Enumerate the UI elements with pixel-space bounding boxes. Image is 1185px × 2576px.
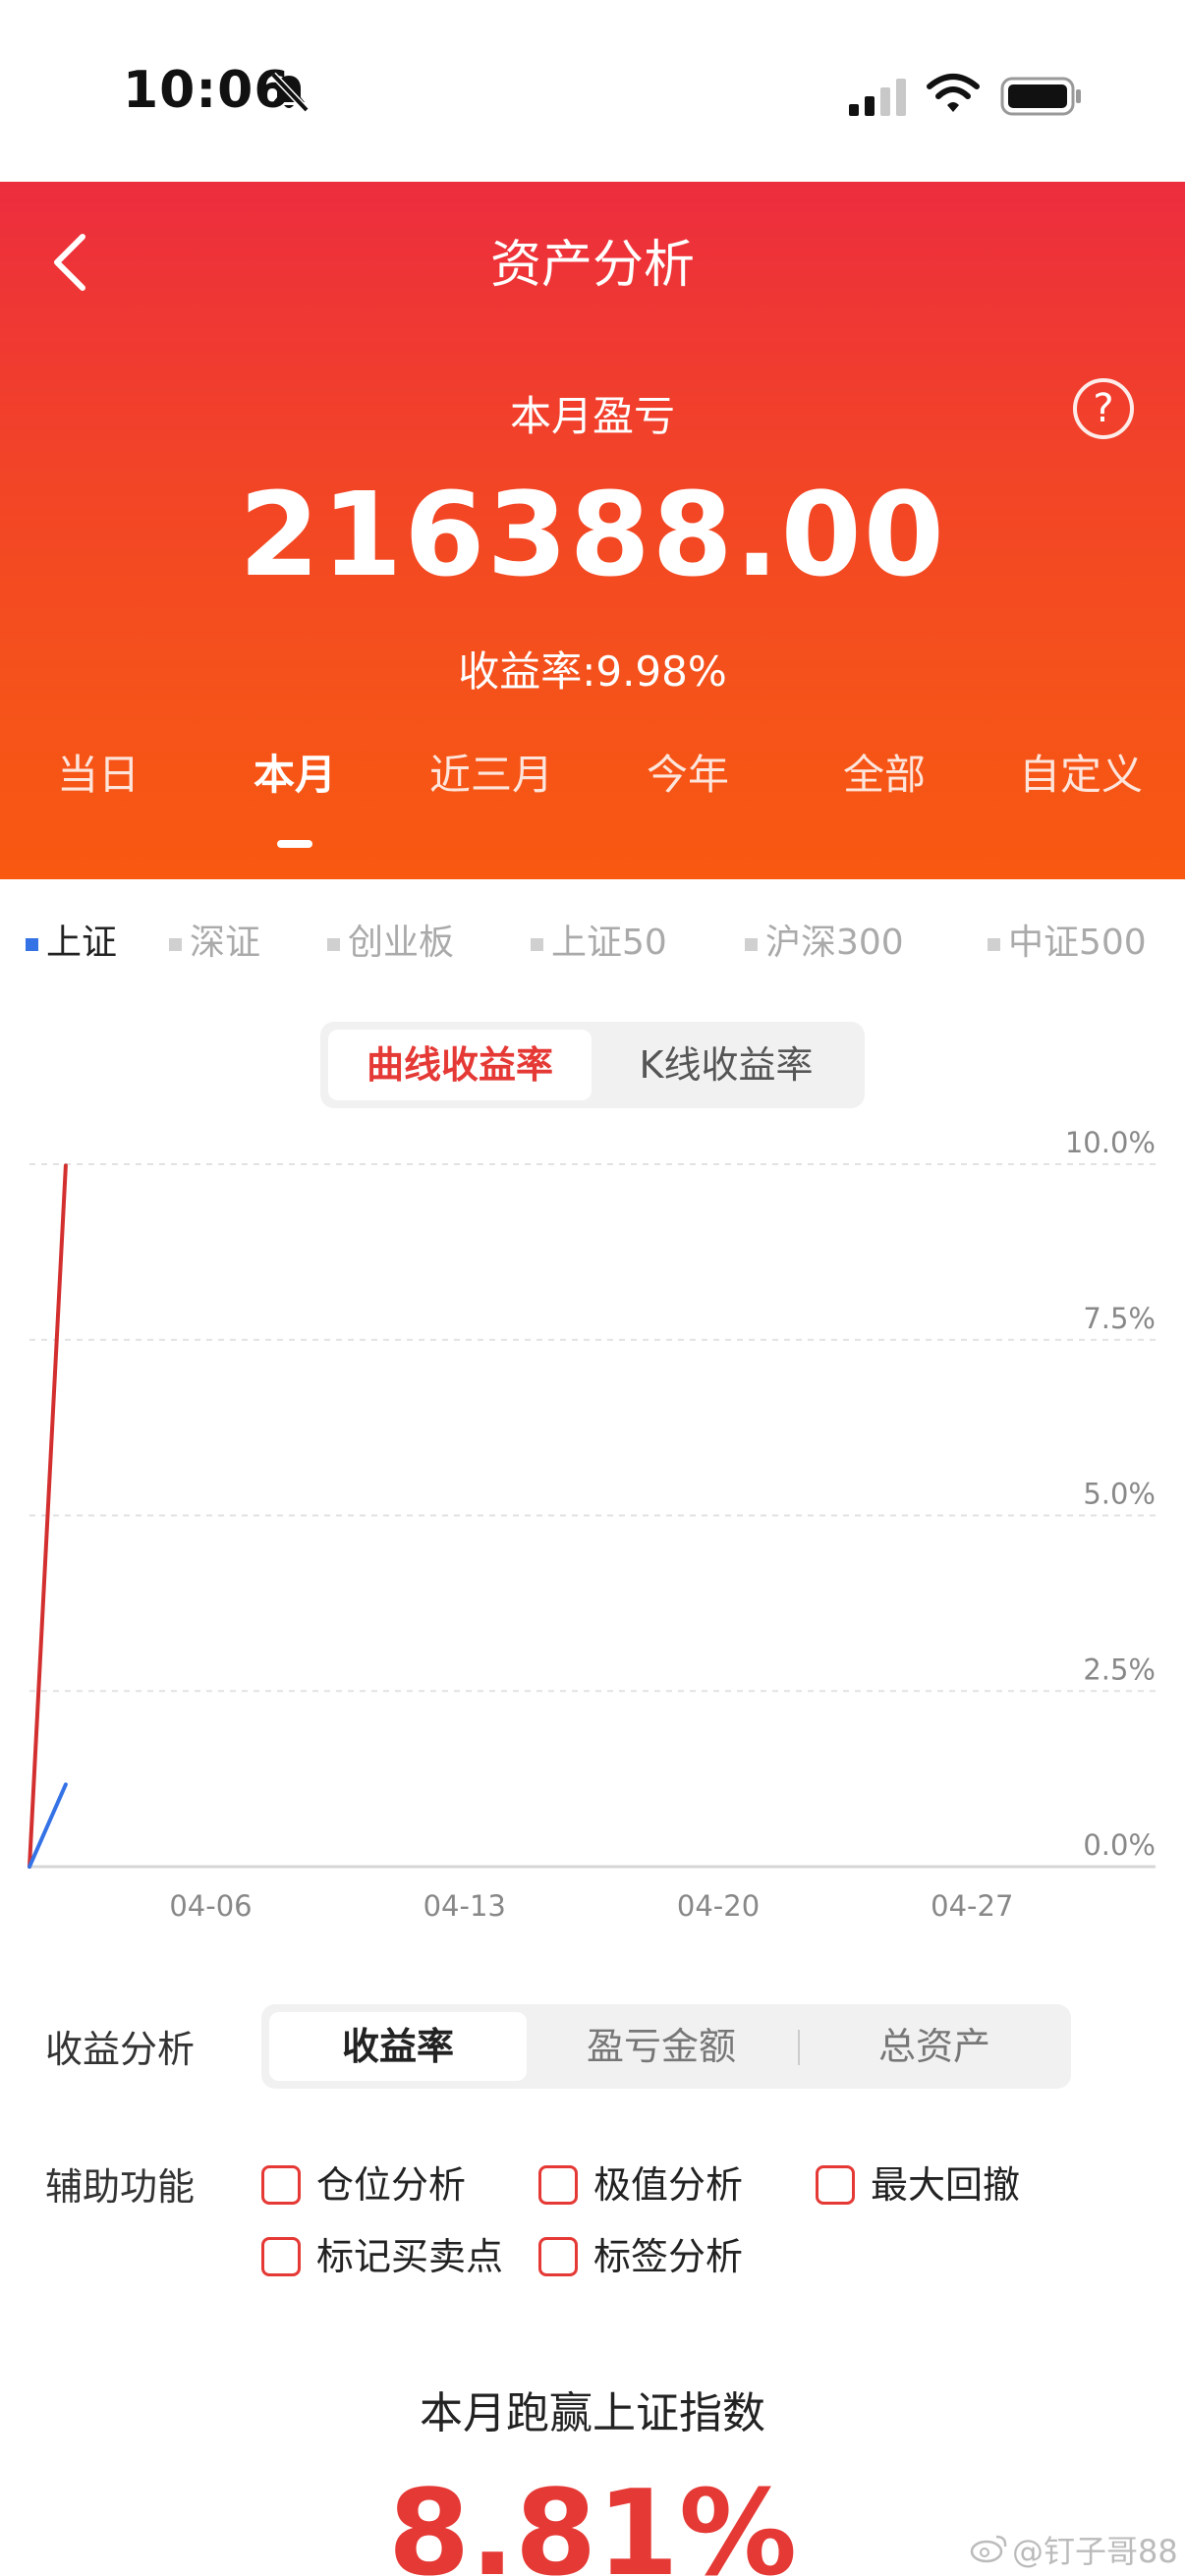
curve-yield-button[interactable]: 曲线收益率 [328, 1030, 592, 1100]
bell-muted-icon [270, 72, 310, 113]
index-tab-label: 沪深300 [765, 923, 904, 963]
weibo-icon [970, 2535, 1007, 2563]
monthly-pl-label: 本月盈亏 [509, 392, 675, 440]
tab-last-three-months[interactable]: 近三月 [393, 742, 590, 802]
legend-dot [26, 937, 38, 951]
option-label: 标记买卖点 [316, 2235, 504, 2278]
total-assets-button[interactable]: 总资产 [806, 2012, 1063, 2081]
max-drawdown-option[interactable]: 最大回撤 [816, 2155, 1020, 2209]
index-tab-csi300[interactable]: 沪深300 [745, 914, 904, 965]
x-tick-label: 04-06 [169, 1889, 252, 1923]
page-title: 资产分析 [489, 236, 695, 295]
monthly-pl-value: 216388.00 [239, 467, 946, 602]
option-label: 极值分析 [593, 2163, 744, 2207]
yield-line-chart: 10.0% 7.5% 5.0% 2.5% 0.0% 04-06 04-13 04-20 04-2… [28, 1126, 1156, 1923]
checkbox[interactable] [816, 2164, 855, 2205]
watermark: @钉子哥88 [1012, 2533, 1178, 2570]
battery-icon [1000, 77, 1081, 116]
x-tick-label: 04-20 [677, 1889, 760, 1923]
legend-dot [169, 937, 182, 951]
legend-dot [988, 937, 1000, 951]
position-analysis-option[interactable]: 仓位分析 [261, 2155, 466, 2209]
checkbox[interactable] [261, 2164, 301, 2205]
tab-all[interactable]: 全部 [786, 742, 983, 802]
mark-trades-option[interactable]: 标记买卖点 [261, 2226, 503, 2280]
legend-dot [531, 937, 543, 951]
outperform-label: 本月跑赢上证指数 [420, 2388, 765, 2438]
legend-dot [327, 937, 340, 951]
extreme-analysis-option[interactable]: 极值分析 [538, 2155, 743, 2209]
checkbox[interactable] [538, 2164, 578, 2205]
x-tick-label: 04-13 [423, 1889, 506, 1923]
benchmark-index-tabs: 上证 深证 创业板 上证50 沪深300 中证500 [0, 914, 1185, 973]
checkbox[interactable] [261, 2236, 301, 2276]
y-tick-label: 7.5% [1083, 1302, 1156, 1335]
index-tab-label: 创业板 [348, 923, 455, 963]
y-tick-label: 2.5% [1083, 1652, 1156, 1686]
index-tab-label: 上证50 [551, 923, 667, 963]
tab-this-month[interactable]: 本月 [197, 742, 393, 802]
index-tab-sse50[interactable]: 上证50 [531, 914, 667, 965]
index-tab-label: 中证500 [1008, 923, 1147, 963]
index-tab-shenzhen[interactable]: 深证 [169, 914, 260, 965]
option-label: 仓位分析 [316, 2163, 467, 2207]
active-tab-indicator [277, 840, 312, 848]
yield-rate: 收益率:9.98% [458, 647, 727, 696]
wifi-icon [927, 74, 980, 112]
index-tab-chinext[interactable]: 创业板 [327, 914, 454, 965]
chart-mode-toggle: 曲线收益率 K线收益率 [320, 1022, 865, 1108]
kline-yield-button[interactable]: K线收益率 [595, 1030, 857, 1100]
asset-summary-header: 资产分析 ? 本月盈亏 216388.00 收益率:9.98% 当日 本月 近三… [0, 182, 1185, 879]
option-label: 标签分析 [593, 2235, 744, 2278]
y-tick-label: 0.0% [1083, 1828, 1156, 1862]
analysis-label: 收益分析 [45, 2028, 196, 2071]
status-time: 10:06 [123, 61, 291, 120]
tab-today[interactable]: 当日 [0, 742, 197, 802]
x-tick-label: 04-27 [931, 1889, 1013, 1923]
option-label: 最大回撤 [871, 2163, 1021, 2207]
index-tab-label: 上证 [46, 923, 118, 963]
tab-this-year[interactable]: 今年 [590, 742, 786, 802]
tag-analysis-option[interactable]: 标签分析 [538, 2226, 743, 2280]
aux-functions-label: 辅助功能 [45, 2165, 196, 2209]
pl-amount-button[interactable]: 盈亏金额 [533, 2012, 790, 2081]
index-tab-shanghai[interactable]: 上证 [26, 914, 117, 965]
y-tick-label: 5.0% [1083, 1478, 1156, 1511]
legend-dot [745, 937, 758, 951]
tab-custom[interactable]: 自定义 [983, 742, 1179, 802]
index-tab-label: 深证 [190, 923, 261, 963]
checkbox[interactable] [538, 2236, 578, 2276]
index-tab-csi500[interactable]: 中证500 [988, 914, 1147, 965]
analysis-toggle: 收益率 盈亏金额 总资产 [261, 2004, 1071, 2089]
period-tabs: 当日 本月 近三月 今年 全部 自定义 [0, 742, 1185, 840]
analysis-divider [798, 2030, 800, 2065]
y-tick-label: 10.0% [1065, 1126, 1156, 1159]
cellular-signal-icon [849, 79, 906, 116]
yield-rate-button[interactable]: 收益率 [269, 2012, 527, 2081]
status-bar: 10:06 [0, 0, 1185, 182]
